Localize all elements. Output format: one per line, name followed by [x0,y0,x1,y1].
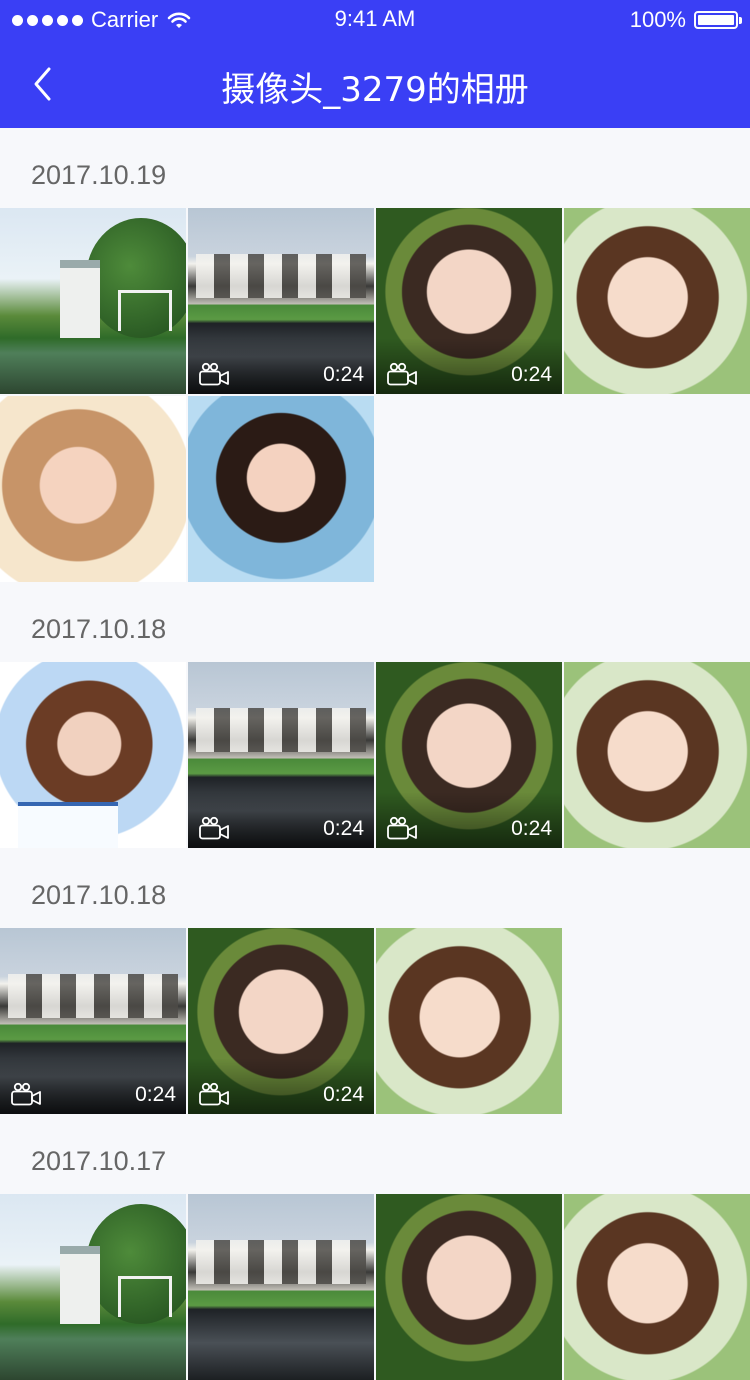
photo-thumbnail[interactable] [376,1194,562,1380]
photo-thumbnail[interactable] [0,208,186,394]
video-thumbnail[interactable]: 0:24 [188,662,374,848]
nav-bar: 摄像头_3279的相册 [0,40,750,128]
photo-thumbnail[interactable] [564,208,750,394]
video-camera-icon [387,362,417,386]
section-date: 2017.10.19 [31,160,167,190]
photo-grid-row: 0:24 0:24 [0,208,750,394]
video-thumbnail[interactable]: 0:24 [188,928,374,1114]
status-bar: Carrier 9:41 AM 100% [0,0,750,40]
photo-thumbnail[interactable] [188,1194,374,1380]
video-thumbnail[interactable]: 0:24 [0,928,186,1114]
blonde-image [0,396,186,582]
photo-grid-row [0,396,750,582]
video-thumbnail[interactable]: 0:24 [188,208,374,394]
girl2-image [376,928,562,1114]
sailor-image [0,662,186,848]
video-camera-icon [387,816,417,840]
video-duration: 0:24 [323,1083,364,1106]
photo-thumbnail[interactable] [0,396,186,582]
video-duration: 0:24 [511,363,552,386]
video-camera-icon [199,816,229,840]
girl2-image [564,208,750,394]
section-date: 2017.10.18 [31,880,167,910]
battery-icon [694,11,742,29]
video-camera-icon [199,362,229,386]
video-duration: 0:24 [323,363,364,386]
photo-thumbnail[interactable] [188,396,374,582]
video-thumbnail[interactable]: 0:24 [376,208,562,394]
video-thumbnail[interactable]: 0:24 [376,662,562,848]
video-duration: 0:24 [323,817,364,840]
photo-thumbnail[interactable] [564,1194,750,1380]
page-title: 摄像头_3279的相册 [221,70,529,110]
status-right: 100% [629,7,742,33]
photo-thumbnail[interactable] [0,662,186,848]
video-camera-icon [199,1082,229,1106]
modern-image [188,1194,374,1380]
smile-image [188,396,374,582]
battery-percent: 100% [629,7,686,32]
section-date: 2017.10.17 [31,1146,167,1176]
app-header: Carrier 9:41 AM 100% 摄像头_3279的相册 [0,0,750,128]
villa-image [0,208,186,394]
video-duration: 0:24 [511,817,552,840]
girl2-image [564,1194,750,1380]
section-date: 2017.10.18 [31,614,167,644]
video-duration: 0:24 [135,1083,176,1106]
villa-image [0,1194,186,1380]
photo-thumbnail[interactable] [564,662,750,848]
photo-grid-row [0,1194,750,1380]
girl2-image [564,662,750,848]
photo-grid-row: 0:24 0:24 [0,662,750,848]
photo-thumbnail[interactable] [0,1194,186,1380]
photo-thumbnail[interactable] [376,928,562,1114]
girl-image [376,1194,562,1380]
photo-grid-row: 0:24 0:24 [0,928,750,1114]
video-camera-icon [11,1082,41,1106]
